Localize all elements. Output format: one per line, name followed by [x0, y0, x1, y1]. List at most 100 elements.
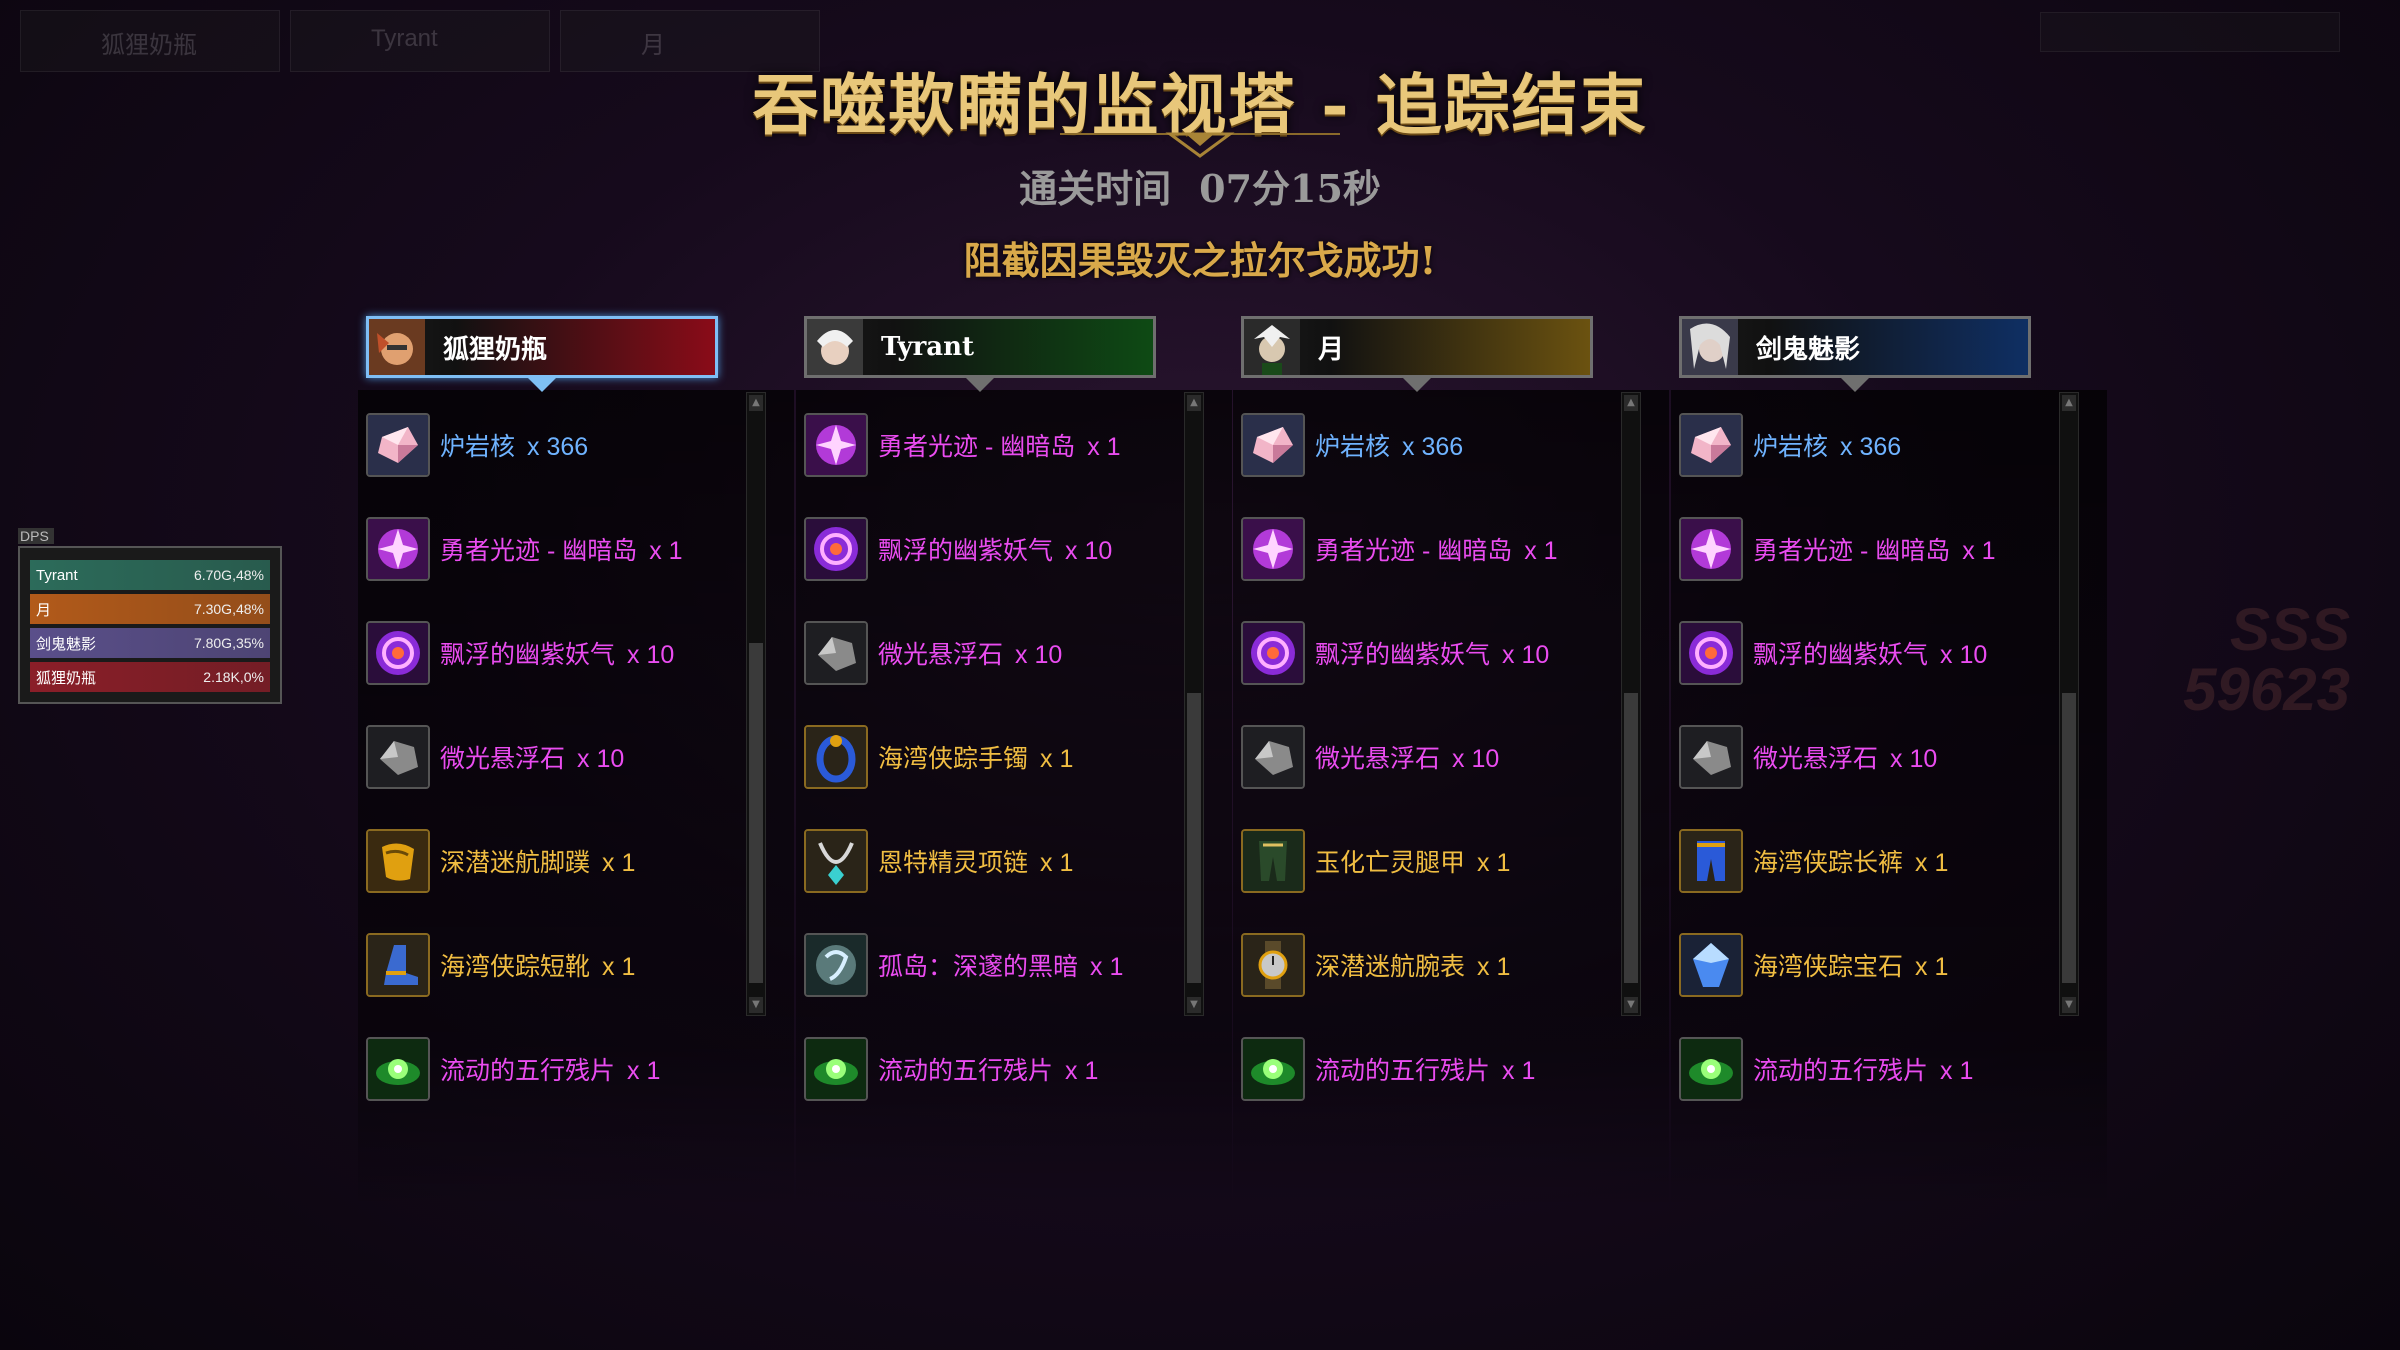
loot-item[interactable]: 飘浮的幽紫妖气 x 10	[1241, 618, 1549, 688]
scroll-down-icon[interactable]: ▼	[2062, 997, 2076, 1013]
green-shard-icon	[1241, 1037, 1305, 1101]
loot-item[interactable]: 飘浮的幽紫妖气 x 10	[1679, 618, 1987, 688]
loot-item[interactable]: 流动的五行残片 x 1	[366, 1034, 660, 1104]
item-name: 恩特精灵项链	[878, 849, 1029, 877]
loot-item[interactable]: 微光悬浮石 x 10	[1679, 722, 1937, 792]
scroll-up-icon[interactable]: ▲	[2062, 395, 2076, 411]
loot-item[interactable]: 炉岩核 x 366	[1679, 410, 1901, 480]
crystal-icon	[1241, 413, 1305, 477]
loot-item[interactable]: 海湾侠踪短靴 x 1	[366, 930, 635, 1000]
item-label: 恩特精灵项链 x 1	[878, 843, 1073, 879]
player-loot-column: 剑鬼魅影 炉岩核 x 366 勇者光迹 - 幽暗岛 x 1 飘浮的幽紫妖气 x 10 微光悬浮…	[1671, 300, 2107, 1210]
dps-row: 狐狸奶瓶 2.18K,0%	[30, 662, 270, 692]
purple-aura-icon	[804, 517, 868, 581]
loot-item[interactable]: 勇者光迹 - 幽暗岛 x 1	[366, 514, 683, 584]
loot-item[interactable]: 深潜迷航脚蹼 x 1	[366, 826, 635, 896]
scroll-down-icon[interactable]: ▼	[749, 997, 763, 1013]
scroll-up-icon[interactable]: ▲	[749, 395, 763, 411]
loot-item[interactable]: 飘浮的幽紫妖气 x 10	[366, 618, 674, 688]
item-quantity: x 10	[1940, 641, 1988, 669]
item-name: 炉岩核	[440, 433, 516, 461]
floating-stone-icon	[1241, 725, 1305, 789]
loot-item[interactable]: 勇者光迹 - 幽暗岛 x 1	[1679, 514, 1996, 584]
item-label: 飘浮的幽紫妖气 x 10	[1315, 635, 1549, 671]
item-quantity: x 1	[1477, 849, 1511, 877]
combo-score: SSS 59623	[2183, 600, 2350, 720]
item-name: 深潜迷航腕表	[1315, 953, 1466, 981]
scroll-up-icon[interactable]: ▲	[1624, 395, 1638, 411]
scroll-thumb[interactable]	[2062, 693, 2076, 983]
item-name: 玉化亡灵腿甲	[1315, 849, 1466, 877]
scroll-down-icon[interactable]: ▼	[1624, 997, 1638, 1013]
dps-player-name: Tyrant	[36, 566, 78, 584]
dps-row: 剑鬼魅影 7.80G,35%	[30, 628, 270, 658]
loot-item[interactable]: 海湾侠踪长裤 x 1	[1679, 826, 1948, 896]
item-name: 炉岩核	[1753, 433, 1829, 461]
player-banner[interactable]: 剑鬼魅影	[1679, 316, 2031, 378]
item-name: 飘浮的幽紫妖气	[1753, 641, 1929, 669]
loot-scrollbar[interactable]: ▲ ▼	[746, 392, 766, 1016]
scroll-thumb[interactable]	[1187, 693, 1201, 983]
item-quantity: x 10	[1890, 745, 1938, 773]
player-banner[interactable]: 月	[1241, 316, 1593, 378]
item-quantity: x 1	[627, 1057, 661, 1085]
loot-scrollbar[interactable]: ▲ ▼	[2059, 392, 2079, 1016]
loot-item[interactable]: 微光悬浮石 x 10	[1241, 722, 1499, 792]
loot-item[interactable]: 海湾侠踪手镯 x 1	[804, 722, 1073, 792]
loot-scrollbar[interactable]: ▲ ▼	[1621, 392, 1641, 1016]
player-banner[interactable]: 狐狸奶瓶	[366, 316, 718, 378]
player-banner[interactable]: Tyrant	[804, 316, 1156, 378]
light-trace-icon	[804, 413, 868, 477]
clear-time-value: 07分15秒	[1199, 166, 1381, 211]
item-name: 流动的五行残片	[1753, 1057, 1929, 1085]
loot-item[interactable]: 炉岩核 x 366	[1241, 410, 1463, 480]
loot-item[interactable]: 微光悬浮石 x 10	[804, 618, 1062, 688]
item-name: 孤岛：深邃的黑暗	[878, 953, 1079, 981]
loot-item[interactable]: 炉岩核 x 366	[366, 410, 588, 480]
scroll-thumb[interactable]	[1624, 693, 1638, 983]
loot-item[interactable]: 流动的五行残片 x 1	[1679, 1034, 1973, 1104]
scroll-down-icon[interactable]: ▼	[1187, 997, 1201, 1013]
loot-item[interactable]: 玉化亡灵腿甲 x 1	[1241, 826, 1510, 896]
item-label: 微光悬浮石 x 10	[1753, 739, 1937, 775]
item-label: 微光悬浮石 x 10	[440, 739, 624, 775]
item-quantity: x 1	[1040, 849, 1074, 877]
item-quantity: x 10	[1015, 641, 1063, 669]
necklace-icon	[804, 829, 868, 893]
dark-orb-icon	[804, 933, 868, 997]
dps-player-name: 月	[36, 601, 52, 619]
loot-item[interactable]: 勇者光迹 - 幽暗岛 x 1	[804, 410, 1121, 480]
loot-scrollbar[interactable]: ▲ ▼	[1184, 392, 1204, 1016]
item-label: 海湾侠踪手镯 x 1	[878, 739, 1073, 775]
loot-item[interactable]: 流动的五行残片 x 1	[1241, 1034, 1535, 1104]
light-trace-icon	[1679, 517, 1743, 581]
floating-stone-icon	[804, 621, 868, 685]
player-loot-column: 月炉岩核 x 366 勇者光迹 - 幽暗岛 x 1 飘浮的幽紫妖气 x 10 微光悬浮石 x …	[1233, 300, 1669, 1210]
loot-item[interactable]: 恩特精灵项链 x 1	[804, 826, 1073, 896]
scroll-up-icon[interactable]: ▲	[1187, 395, 1201, 411]
dps-player-name: 狐狸奶瓶	[36, 669, 97, 687]
item-quantity: x 10	[1452, 745, 1500, 773]
loot-item[interactable]: 微光悬浮石 x 10	[366, 722, 624, 792]
crystal-icon	[366, 413, 430, 477]
loot-item[interactable]: 飘浮的幽紫妖气 x 10	[804, 514, 1112, 584]
loot-item[interactable]: 勇者光迹 - 幽暗岛 x 1	[1241, 514, 1558, 584]
loot-item[interactable]: 海湾侠踪宝石 x 1	[1679, 930, 1948, 1000]
item-name: 海湾侠踪宝石	[1753, 953, 1904, 981]
item-quantity: x 366	[527, 433, 589, 461]
avatar	[369, 319, 425, 375]
pants-icon	[1679, 829, 1743, 893]
scroll-thumb[interactable]	[749, 643, 763, 983]
dps-row: Tyrant 6.70G,48%	[30, 560, 270, 590]
item-name: 海湾侠踪短靴	[440, 953, 591, 981]
banner-pointer-icon	[1839, 376, 1871, 392]
player-loot-column: Tyrant 勇者光迹 - 幽暗岛 x 1 飘浮的幽紫妖气 x 10 微光悬浮石 x 10 海…	[796, 300, 1232, 1210]
loot-item[interactable]: 孤岛：深邃的黑暗 x 1	[804, 930, 1123, 1000]
loot-item[interactable]: 深潜迷航腕表 x 1	[1241, 930, 1510, 1000]
item-name: 勇者光迹 - 幽暗岛	[878, 433, 1076, 461]
item-name: 勇者光迹 - 幽暗岛	[1315, 537, 1513, 565]
dps-row: 月 7.30G,48%	[30, 594, 270, 624]
loot-item[interactable]: 流动的五行残片 x 1	[804, 1034, 1098, 1104]
item-name: 海湾侠踪手镯	[878, 745, 1029, 773]
dps-meter[interactable]: Tyrant 6.70G,48% 月 7.30G,48% 剑鬼魅影 7.80G,35% 狐狸…	[18, 546, 282, 704]
